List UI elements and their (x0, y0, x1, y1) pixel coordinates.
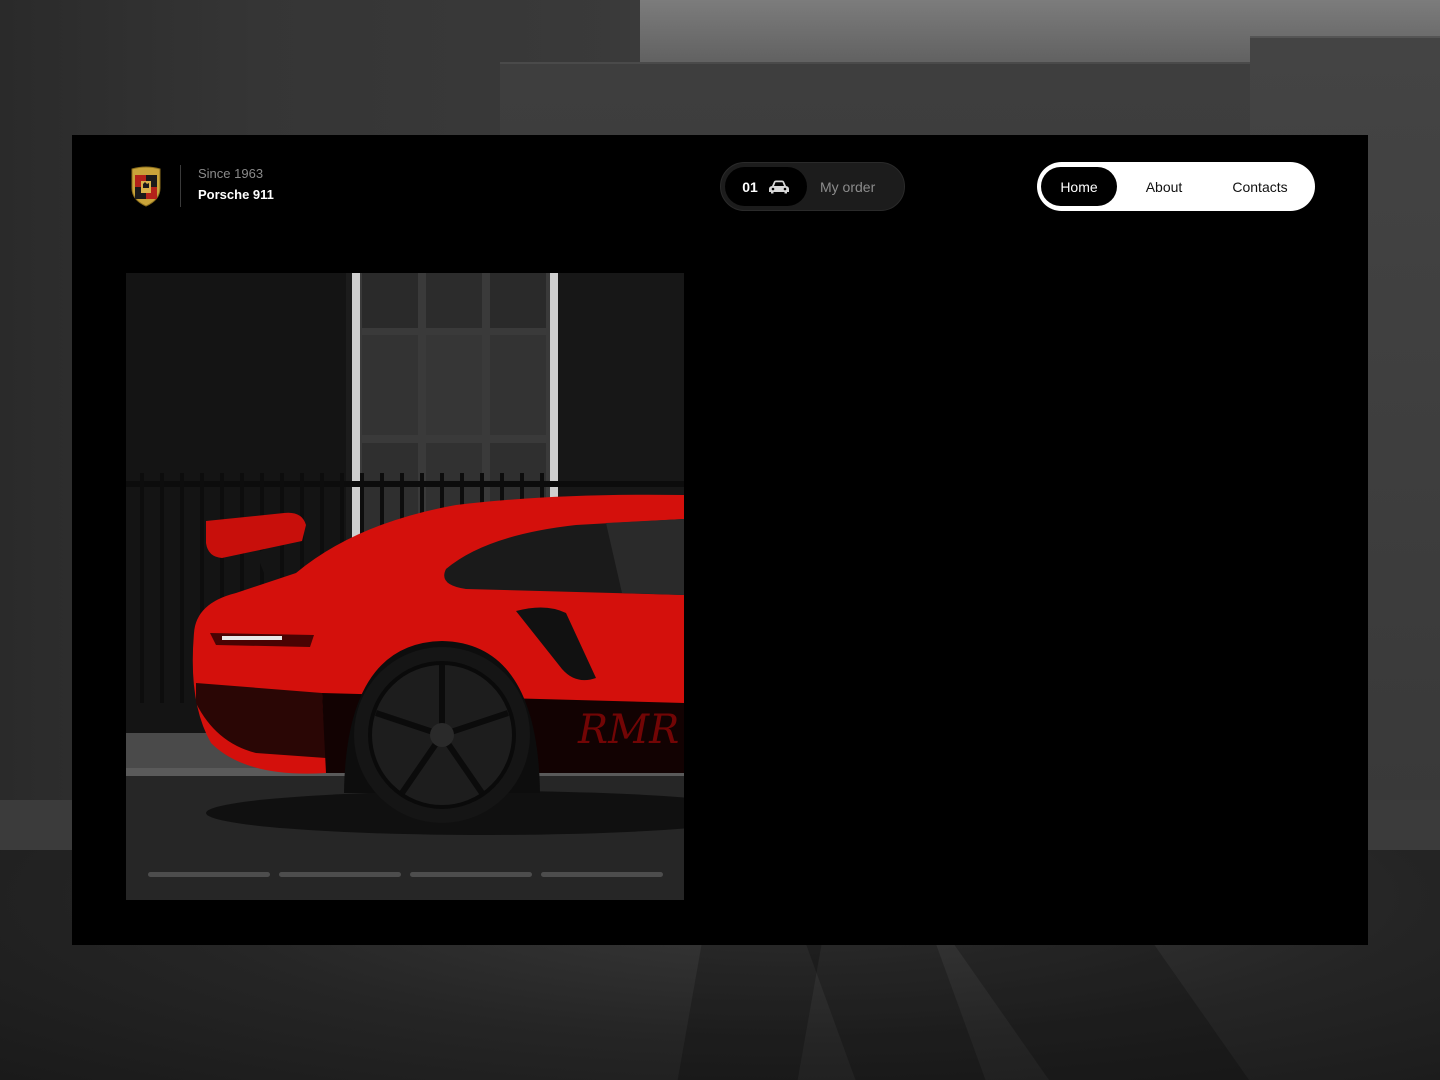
my-order-label: My order (820, 178, 876, 195)
nav-about[interactable]: About (1117, 167, 1211, 206)
porsche-crest-icon (131, 166, 161, 207)
slide-progress (148, 872, 663, 877)
road-track (677, 940, 823, 1080)
my-order-button[interactable]: 01 My order (720, 162, 905, 211)
slide-indicator[interactable] (410, 872, 532, 877)
order-count-badge: 01 (725, 167, 807, 206)
nav-contacts[interactable]: Contacts (1211, 167, 1309, 206)
main-nav: Home About Contacts (1037, 162, 1315, 211)
brand-text: Since 1963 Porsche 911 (198, 165, 274, 207)
nav-home[interactable]: Home (1041, 167, 1117, 206)
porsche-911-gt2rs-illustration: RMR (126, 273, 684, 900)
brand-divider (180, 165, 181, 207)
hero-car-image[interactable]: RMR (126, 273, 684, 900)
slide-indicator[interactable] (279, 872, 401, 877)
brand-block[interactable]: Since 1963 Porsche 911 (130, 165, 274, 207)
main-panel: Since 1963 Porsche 911 01 My order Home … (72, 135, 1368, 945)
brand-model-name: Porsche 911 (198, 187, 274, 202)
slide-indicator[interactable] (541, 872, 663, 877)
slide-indicator[interactable] (148, 872, 270, 877)
car-icon (768, 180, 789, 193)
brand-since-label: Since 1963 (198, 166, 264, 181)
order-count: 01 (742, 178, 758, 195)
svg-text:RMR: RMR (577, 707, 679, 753)
